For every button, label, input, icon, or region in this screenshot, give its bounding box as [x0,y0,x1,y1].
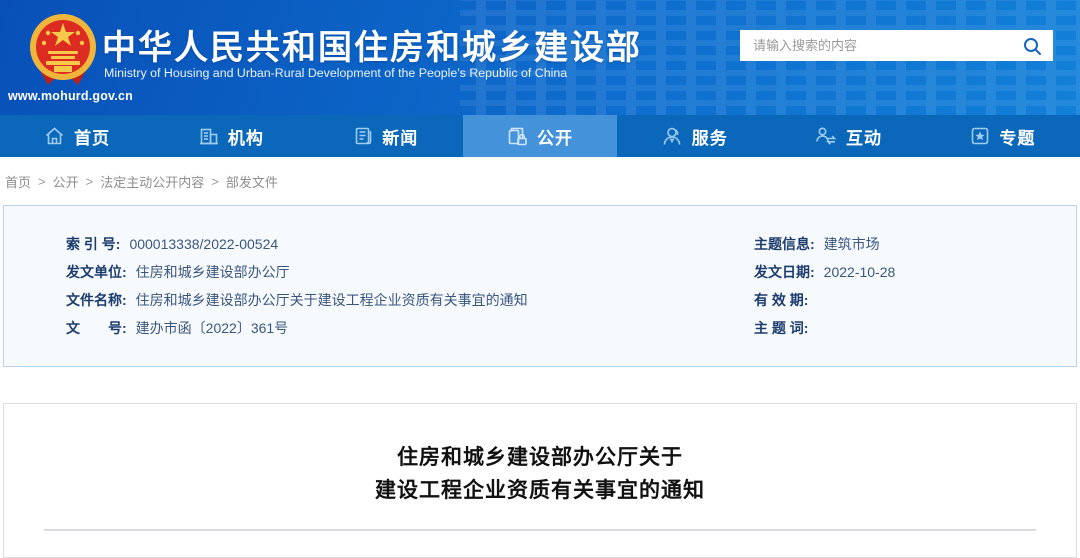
nav-item-disclosure[interactable]: 公开 [462,115,618,157]
main-nav: 首页 机构 新闻 公开 服务 互动 专题 [0,115,1080,157]
nav-label: 互动 [846,128,883,148]
meta-label: 主题信息: [754,236,815,252]
nav-item-org[interactable]: 机构 [154,115,308,157]
article-divider [44,529,1036,531]
interaction-arrows-icon [815,126,837,146]
site-title-chinese: 中华人民共和国住房和城乡建设部 [102,29,642,67]
site-header: www.mohurd.gov.cn 中华人民共和国住房和城乡建设部 Minist… [0,0,1080,115]
meta-row-keywords: 主 题 词: [754,320,1076,336]
article-title: 住房和城乡建设部办公厅关于 建设工程企业资质有关事宜的通知 [4,441,1076,507]
meta-label: 主 题 词: [754,320,809,336]
nav-item-home[interactable]: 首页 [0,115,154,157]
meta-column-right: 主题信息: 建筑市场 发文日期: 2022-10-28 有 效 期: 主 题 词… [754,236,1076,348]
search-box [740,30,1053,61]
breadcrumb-separator: > [211,173,219,189]
meta-row-document-name: 文件名称: 住房和城乡建设部办公厅关于建设工程企业资质有关事宜的通知 [66,292,754,308]
home-icon [44,126,65,146]
breadcrumb-link-ministry-documents[interactable]: 部发文件 [226,172,278,191]
meta-label: 有 效 期: [754,292,809,308]
meta-value: 2022-10-28 [823,264,896,280]
meta-value: 住房和城乡建设部办公厅 [135,264,290,280]
star-box-icon [970,126,990,146]
national-emblem-icon [30,14,96,85]
search-icon [1024,37,1041,55]
search-input[interactable] [740,30,1011,61]
meta-label: 索 引 号: [66,236,121,252]
meta-value: 000013338/2022-00524 [129,236,279,252]
article-title-line1: 住房和城乡建设部办公厅关于 [397,446,683,469]
breadcrumb: 首页 > 公开 > 法定主动公开内容 > 部发文件 [0,157,1080,205]
building-icon [199,126,219,146]
breadcrumb-link-statutory-content[interactable]: 法定主动公开内容 [100,172,204,191]
meta-label: 文 号: [66,320,127,336]
meta-value: 建筑市场 [823,236,880,252]
mohurd-gov-page: { "header": { "site_url": "www.mohurd.go… [0,0,1080,558]
nav-label: 公开 [536,128,573,148]
nav-label: 机构 [227,128,264,148]
nav-item-topics[interactable]: 专题 [926,115,1080,157]
nav-item-services[interactable]: 服务 [617,115,771,157]
nav-label: 服务 [691,128,728,148]
nav-label: 新闻 [382,128,419,148]
meta-value: 住房和城乡建设部办公厅关于建设工程企业资质有关事宜的通知 [135,292,528,308]
nav-label: 专题 [999,128,1036,148]
news-icon [353,126,373,146]
breadcrumb-link-disclosure[interactable]: 公开 [53,172,79,191]
site-title-english: Ministry of Housing and Urban-Rural Deve… [104,66,568,80]
article-title-line2: 建设工程企业资质有关事宜的通知 [375,479,705,502]
site-url-text: www.mohurd.gov.cn [8,89,133,103]
meta-row-validity-period: 有 效 期: [754,292,1076,308]
meta-row-document-number: 文 号: 建办市函〔2022〕361号 [66,320,754,336]
article-panel: 住房和城乡建设部办公厅关于 建设工程企业资质有关事宜的通知 [3,403,1077,558]
meta-value: 建办市函〔2022〕361号 [135,320,289,336]
breadcrumb-link-home[interactable]: 首页 [5,172,31,191]
nav-label: 首页 [74,128,111,148]
meta-row-issue-date: 发文日期: 2022-10-28 [754,264,1076,280]
document-lock-icon [507,126,528,146]
nav-item-interaction[interactable]: 互动 [771,115,925,157]
meta-row-index-number: 索 引 号: 000013338/2022-00524 [66,236,754,252]
meta-label: 发文日期: [754,264,815,280]
document-meta-panel: 索 引 号: 000013338/2022-00524 发文单位: 住房和城乡建… [3,205,1077,367]
meta-row-topic-info: 主题信息: 建筑市场 [754,236,1076,252]
nav-item-news[interactable]: 新闻 [309,115,463,157]
search-button[interactable] [1011,30,1053,61]
breadcrumb-separator: > [38,173,46,189]
meta-row-issuing-unit: 发文单位: 住房和城乡建设部办公厅 [66,264,754,280]
meta-label: 发文单位: [66,264,127,280]
breadcrumb-separator: > [85,173,94,189]
meta-label: 文件名称: [66,292,127,308]
meta-column-left: 索 引 号: 000013338/2022-00524 发文单位: 住房和城乡建… [66,236,754,348]
service-person-icon [661,126,683,146]
